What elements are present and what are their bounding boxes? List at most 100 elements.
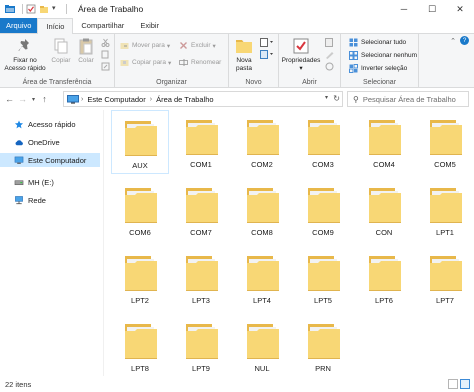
new-folder-quick-icon[interactable] [39,4,49,14]
copy-to-button[interactable]: Copiar para ▾ [120,58,171,67]
refresh-icon[interactable]: ↻ [333,94,340,103]
nav-item-acesso-rapido[interactable]: Acesso rápido [0,117,100,131]
folder-item[interactable]: LPT7 [416,246,474,310]
folder-item[interactable]: COM4 [355,110,413,174]
forward-arrow-icon: → [18,94,27,104]
folder-item[interactable]: COM3 [294,110,352,174]
open-icon[interactable] [325,38,336,47]
folder-name: LPT7 [436,296,454,305]
folder-icon [247,188,279,223]
tab-inicio[interactable]: Início [37,18,74,34]
copy-to-icon [120,60,129,66]
up-button[interactable]: ↑ [38,91,51,107]
address-dropdown-icon[interactable]: ▾ [325,94,328,101]
collapse-ribbon-icon[interactable]: ⌃ [450,37,456,45]
star-icon [14,119,24,128]
folder-item[interactable]: LPT8 [111,314,169,378]
folder-item[interactable]: LPT6 [355,246,413,310]
select-all-icon [349,38,358,47]
properties-button[interactable]: Propriedades ▾ [281,37,321,72]
new-folder-icon [236,40,252,53]
new-group-label: Novo [245,79,262,86]
easy-access-icon[interactable] [260,50,274,59]
folder-name: COM8 [251,228,273,237]
folder-item[interactable]: COM9 [294,178,352,242]
select-none-button[interactable]: Selecionar nenhum [349,51,417,60]
title-bar: ▾ Área de Trabalho ─ ☐ ✕ [0,0,474,18]
move-to-button[interactable]: Mover para ▾ [120,41,170,50]
properties-check-icon[interactable] [26,4,36,14]
tab-compartilhar[interactable]: Compartilhar [73,18,132,33]
customize-dropdown-icon[interactable]: ▾ [52,4,60,14]
close-button[interactable]: ✕ [446,0,474,18]
breadcrumb-este-computador[interactable]: Este Computador [87,95,145,104]
recent-locations-button[interactable]: ▾ [29,91,38,107]
folder-item[interactable]: COM7 [172,178,230,242]
select-all-button[interactable]: Selecionar tudo [349,38,406,47]
help-icon[interactable]: ? [460,36,469,45]
cut-icon[interactable] [101,38,110,47]
folder-item[interactable]: AUX [111,110,169,174]
invert-selection-button[interactable]: Inverter seleção [349,64,407,73]
delete-button[interactable]: Excluir ▾ [179,41,216,50]
nav-item-este-computador[interactable]: Este Computador [0,153,100,167]
explorer-app-icon [5,5,15,13]
chevron-right-icon: › [81,95,84,103]
folder-item[interactable]: LPT4 [233,246,291,310]
nav-item-onedrive[interactable]: OneDrive [0,135,100,149]
address-bar[interactable]: › Este Computador › Área de Trabalho ▾ ↻ [63,91,343,107]
select-group-label: Selecionar [362,79,397,86]
copy-button[interactable]: Copiar [50,37,72,65]
history-icon[interactable] [325,62,336,71]
folder-item[interactable]: CON [355,178,413,242]
rename-button[interactable]: Renomear [179,58,221,67]
new-item-icon[interactable] [260,38,274,47]
forward-button[interactable]: → [16,91,29,107]
folder-icon [186,256,218,291]
minimize-button[interactable]: ─ [390,0,418,18]
search-box[interactable]: ⚲ Pesquisar Área de Trabalho [347,91,469,107]
folder-item[interactable]: COM5 [416,110,474,174]
edit-icon[interactable] [325,50,336,59]
folder-item[interactable]: COM6 [111,178,169,242]
folder-item[interactable]: NUL [233,314,291,378]
folder-item[interactable]: COM2 [233,110,291,174]
folder-item[interactable]: LPT1 [416,178,474,242]
folder-item[interactable]: COM8 [233,178,291,242]
tab-arquivo[interactable]: Arquivo [0,18,38,33]
folder-icon [308,324,340,359]
details-view-icon[interactable] [448,379,458,389]
large-icons-view-icon[interactable] [460,379,470,389]
paste-shortcut-icon[interactable] [101,62,110,71]
network-icon [15,195,23,204]
folder-name: CON [375,228,393,237]
select-group: Selecionar tudo Selecionar nenhum Invert… [341,34,419,88]
back-button[interactable]: ← [3,91,16,107]
tab-exibir[interactable]: Exibir [132,18,167,33]
maximize-button[interactable]: ☐ [418,0,446,18]
folder-item[interactable]: LPT9 [172,314,230,378]
folder-icon [125,324,157,359]
new-folder-button[interactable]: Nova pasta [232,37,256,72]
nav-item-drive-e[interactable]: MH (E:) [0,175,100,189]
folder-name: PRN [315,364,331,373]
folder-icon [430,120,462,155]
folder-icon [186,120,218,155]
nav-item-rede[interactable]: Rede [0,193,100,207]
chevron-down-icon: ▾ [31,96,35,103]
paste-button[interactable]: Colar [75,37,97,65]
folder-item[interactable]: PRN [294,314,352,378]
copy-path-icon[interactable] [101,50,110,59]
folder-item[interactable]: LPT3 [172,246,230,310]
pin-quick-access-button[interactable]: Fixar no Acesso rápido [2,37,48,72]
back-arrow-icon: ← [5,94,14,104]
quick-access-toolbar: ▾ [19,4,70,14]
folder-item[interactable]: LPT2 [111,246,169,310]
folder-item[interactable]: LPT5 [294,246,352,310]
computer-icon [14,156,24,164]
folder-item[interactable]: COM1 [172,110,230,174]
breadcrumb-area-de-trabalho[interactable]: Área de Trabalho [156,95,214,104]
select-none-icon [349,51,358,60]
folder-name: COM6 [129,228,151,237]
folder-name: LPT4 [253,296,271,305]
